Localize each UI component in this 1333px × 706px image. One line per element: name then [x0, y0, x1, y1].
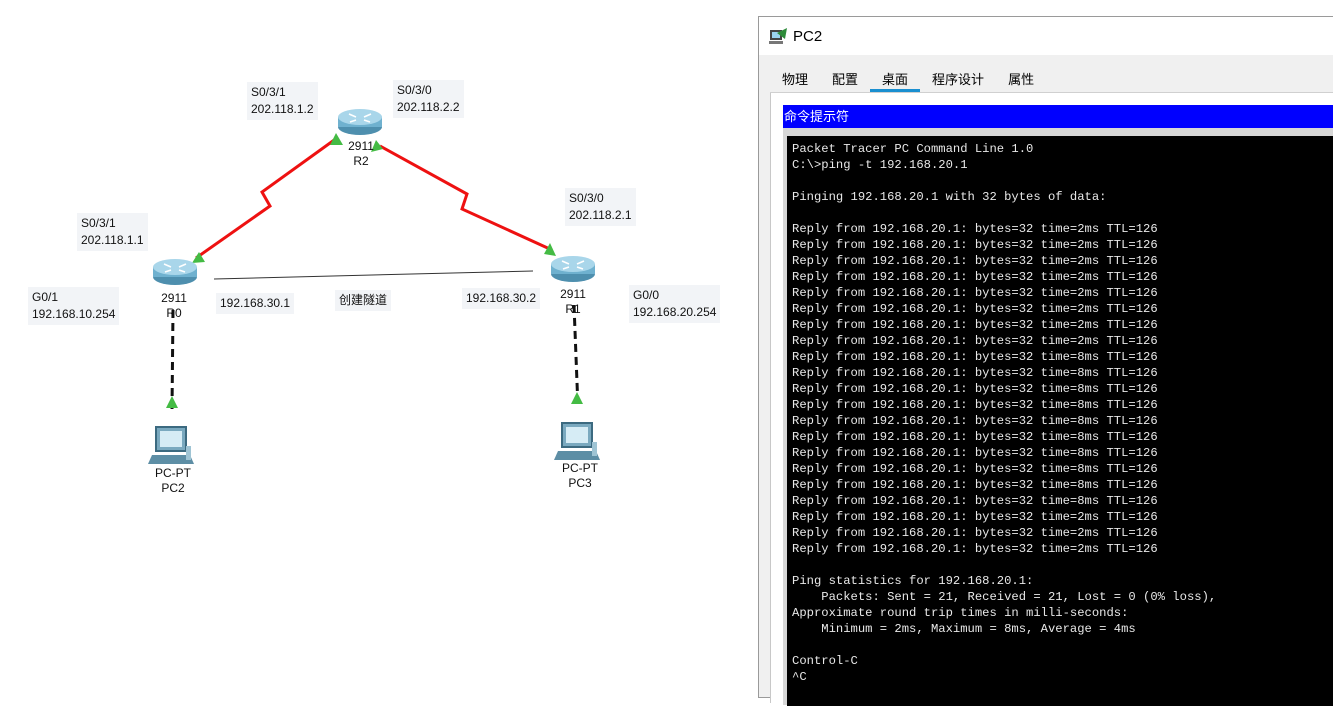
desktop-tab-panel: 命令提示符 Packet Tracer PC Command Line 1.0 C…: [770, 93, 1333, 706]
console-line: Reply from 192.168.20.1: bytes=32 time=2…: [792, 318, 1158, 332]
console-line: Ping statistics for 192.168.20.1:: [792, 574, 1034, 588]
serial-link-r0-r2[interactable]: [195, 136, 338, 260]
topology-canvas[interactable]: S0/3/1 202.118.1.2 S0/3/0 202.118.2.2 S0…: [0, 0, 760, 683]
console-line: C:\>ping -t 192.168.20.1: [792, 158, 968, 172]
console-line: Reply from 192.168.20.1: bytes=32 time=8…: [792, 494, 1158, 508]
tunnel-line[interactable]: [213, 270, 534, 280]
console-line: Reply from 192.168.20.1: bytes=32 time=8…: [792, 414, 1158, 428]
console-line: Reply from 192.168.20.1: bytes=32 time=2…: [792, 510, 1158, 524]
device-name: R2: [353, 154, 369, 168]
console-line: Reply from 192.168.20.1: bytes=32 time=8…: [792, 366, 1158, 380]
tab-bar: 物理 配置 桌面 程序设计 属性: [770, 69, 1333, 93]
console-line: Reply from 192.168.20.1: bytes=32 time=2…: [792, 286, 1158, 300]
tunnel-name-label[interactable]: 创建隧道: [335, 290, 392, 311]
window-title: PC2: [793, 28, 823, 45]
interface-label-r0-s031[interactable]: S0/3/1 202.118.1.1: [77, 213, 148, 251]
command-prompt-title: 命令提示符: [783, 105, 1333, 128]
console-line: Control-C: [792, 654, 858, 668]
device-model: PC-PT: [562, 461, 598, 475]
device-label-r2: 2911 R2: [331, 139, 391, 169]
console-line: Minimum = 2ms, Maximum = 8ms, Average = …: [792, 622, 1136, 636]
console-line: Reply from 192.168.20.1: bytes=32 time=8…: [792, 398, 1158, 412]
router-icon[interactable]: [551, 256, 595, 282]
device-model: 2911: [560, 287, 586, 301]
console-line: Approximate round trip times in milli-se…: [792, 606, 1129, 620]
topology-links: [148, 109, 600, 464]
device-name: PC2: [161, 481, 185, 495]
console-line: Pinging 192.168.20.1 with 32 bytes of da…: [792, 190, 1107, 204]
console-line: Reply from 192.168.20.1: bytes=32 time=2…: [792, 334, 1158, 348]
device-model: PC-PT: [155, 466, 191, 480]
interface-label-r0-g01[interactable]: G0/1 192.168.10.254: [28, 287, 120, 325]
device-label-pc3: PC-PT PC3: [550, 461, 610, 491]
tab-config[interactable]: 配置: [820, 69, 870, 91]
device-label-r1: 2911 R1: [543, 287, 603, 317]
console-line: Reply from 192.168.20.1: bytes=32 time=2…: [792, 302, 1158, 316]
console-line: Reply from 192.168.20.1: bytes=32 time=8…: [792, 350, 1158, 364]
console-line: Reply from 192.168.20.1: bytes=32 time=2…: [792, 254, 1158, 268]
console-line: Reply from 192.168.20.1: bytes=32 time=2…: [792, 238, 1158, 252]
tab-physical[interactable]: 物理: [770, 69, 820, 91]
device-model: 2911: [348, 139, 374, 153]
device-label-r0: 2911 R0: [144, 291, 204, 321]
tab-attributes[interactable]: 属性: [996, 69, 1046, 91]
interface-label-r2-s030[interactable]: S0/3/0 202.118.2.2: [393, 80, 464, 118]
tab-programming[interactable]: 程序设计: [920, 69, 996, 91]
pc2-window: PC2 物理 配置 桌面 程序设计 属性 命令提示符 Packet Tracer PC …: [758, 16, 1333, 706]
link-up-indicator: [166, 396, 178, 408]
console-line: Reply from 192.168.20.1: bytes=32 time=8…: [792, 462, 1158, 476]
serial-link-r2-r1[interactable]: [379, 144, 553, 252]
console-output: Packet Tracer PC Command Line 1.0 C:\>pin…: [792, 141, 1216, 685]
router-icon[interactable]: [153, 259, 197, 285]
console-line: Packet Tracer PC Command Line 1.0: [792, 142, 1034, 156]
console-line: Reply from 192.168.20.1: bytes=32 time=2…: [792, 222, 1158, 236]
command-prompt-app: 命令提示符 Packet Tracer PC Command Line 1.0 C…: [783, 105, 1333, 706]
console-line: Reply from 192.168.20.1: bytes=32 time=8…: [792, 430, 1158, 444]
console-line: Reply from 192.168.20.1: bytes=32 time=2…: [792, 542, 1158, 556]
link-up-indicator: [544, 243, 556, 256]
tunnel-ip-label-r1[interactable]: 192.168.30.2: [462, 288, 541, 309]
interface-label-r1-g00[interactable]: G0/0 192.168.20.254: [629, 285, 721, 323]
device-name: R0: [166, 306, 182, 320]
link-up-indicator: [571, 392, 583, 404]
tunnel-ip-label-r0[interactable]: 192.168.30.1: [216, 293, 295, 314]
console-line: Reply from 192.168.20.1: bytes=32 time=8…: [792, 478, 1158, 492]
ethernet-link-r1-pc3[interactable]: [572, 304, 580, 409]
pc-icon[interactable]: [554, 422, 600, 460]
device-model: 2911: [161, 291, 187, 305]
console-line: Reply from 192.168.20.1: bytes=32 time=2…: [792, 526, 1158, 540]
console-line: Reply from 192.168.20.1: bytes=32 time=8…: [792, 446, 1158, 460]
device-label-pc2: PC-PT PC2: [143, 466, 203, 496]
device-name: PC3: [568, 476, 592, 490]
pc-icon[interactable]: [148, 426, 194, 464]
console-line: Packets: Sent = 21, Received = 21, Lost …: [792, 590, 1217, 604]
router-icon[interactable]: [338, 109, 382, 135]
ethernet-link-r0-pc2[interactable]: [170, 309, 175, 411]
window-titlebar[interactable]: PC2: [759, 17, 1333, 55]
device-name: R1: [565, 302, 581, 316]
interface-label-r2-s031[interactable]: S0/3/1 202.118.1.2: [247, 82, 318, 120]
interface-label-r1-s030[interactable]: S0/3/0 202.118.2.1: [565, 188, 636, 226]
command-console[interactable]: Packet Tracer PC Command Line 1.0 C:\>pin…: [787, 136, 1333, 706]
console-line: Reply from 192.168.20.1: bytes=32 time=2…: [792, 270, 1158, 284]
packet-tracer-pc-icon: [768, 27, 788, 52]
tab-desktop[interactable]: 桌面: [870, 69, 921, 92]
console-line: Reply from 192.168.20.1: bytes=32 time=8…: [792, 382, 1158, 396]
